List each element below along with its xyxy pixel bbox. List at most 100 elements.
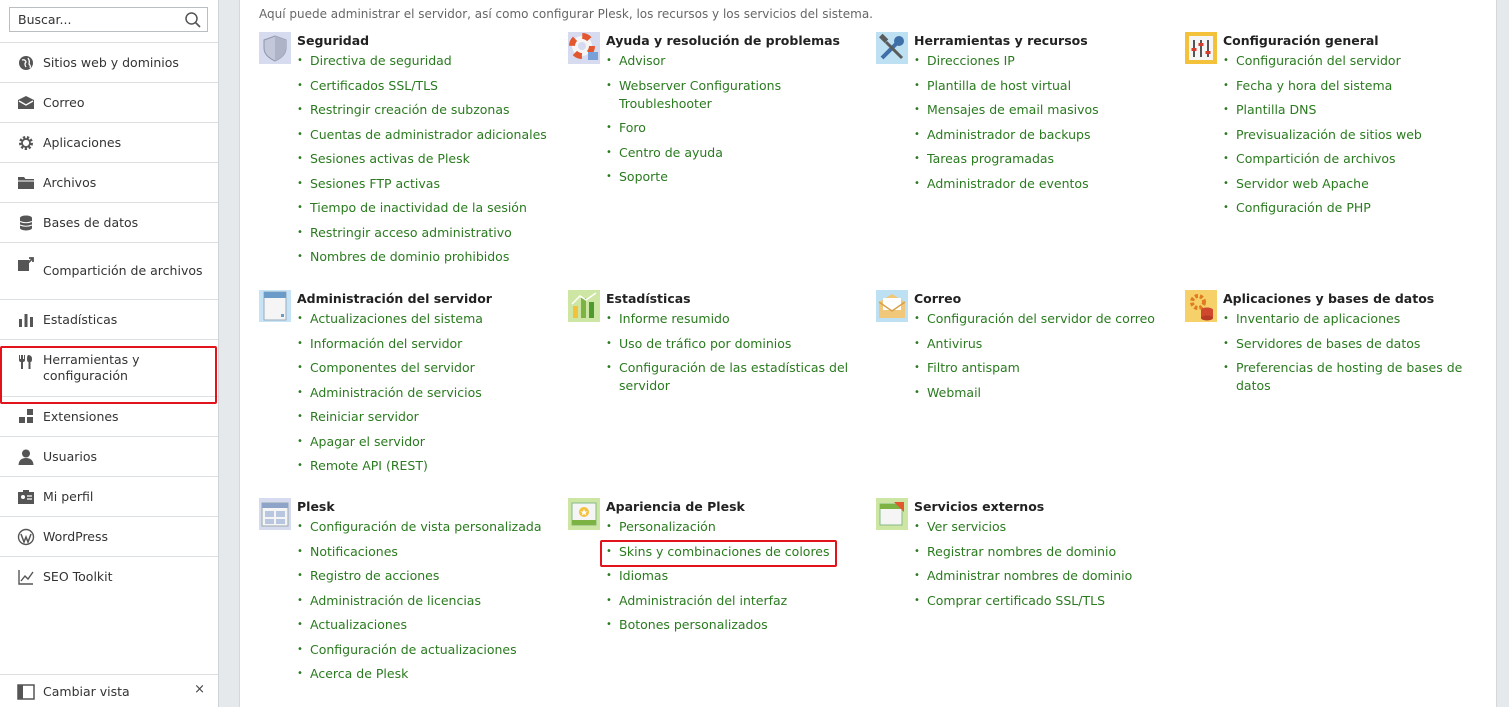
section-link[interactable]: Centro de ayuda <box>619 145 723 160</box>
sidebar-item-extensions[interactable]: Extensiones <box>0 396 218 436</box>
section-links: Advisor Webserver Configurations Troubles… <box>606 52 868 193</box>
search-input[interactable] <box>10 8 188 31</box>
section-link[interactable]: Servidor web Apache <box>1236 176 1369 191</box>
sidebar-item-label: Usuarios <box>43 448 98 464</box>
section-link[interactable]: Administrar nombres de dominio <box>927 568 1132 583</box>
section-link[interactable]: Cuentas de administrador adicionales <box>310 127 547 142</box>
sidebar-item-profile[interactable]: Mi perfil <box>0 476 218 516</box>
sidebar-item-label: Aplicaciones <box>43 134 122 150</box>
section-link[interactable]: Notificaciones <box>310 544 398 559</box>
section-link[interactable]: Configuración de las estadísticas del se… <box>619 360 848 393</box>
section-link-item: Notificaciones <box>297 543 559 561</box>
section-link[interactable]: Skins y combinaciones de colores <box>619 544 830 559</box>
section-link[interactable]: Nombres de dominio prohibidos <box>310 249 509 264</box>
sidebar-item-tools-settings[interactable]: Herramientas y configuración <box>0 339 218 396</box>
section-link[interactable]: Restringir acceso administrativo <box>310 225 512 240</box>
section-link[interactable]: Reiniciar servidor <box>310 409 419 424</box>
section-link[interactable]: Antivirus <box>927 336 982 351</box>
section-link[interactable]: Configuración de vista personalizada <box>310 519 542 534</box>
lifebuoy-icon <box>568 32 600 64</box>
sidebar-item-file-sharing[interactable]: Compartición de archivos <box>0 242 218 299</box>
switch-view[interactable]: Cambiar vista × <box>0 674 218 707</box>
section-links: Inventario de aplicaciones Servidores de … <box>1223 310 1485 402</box>
sidebar-item-statistics[interactable]: Estadísticas <box>0 299 218 339</box>
sidebar-item-label: SEO Toolkit <box>43 568 113 584</box>
section-link[interactable]: Comprar certificado SSL/TLS <box>927 593 1105 608</box>
section-link[interactable]: Plantilla DNS <box>1236 102 1316 117</box>
section-link-item: Compartición de archivos <box>1223 150 1485 168</box>
section-link[interactable]: Soporte <box>619 169 668 184</box>
section-link[interactable]: Información del servidor <box>310 336 462 351</box>
tools-icon <box>19 355 32 369</box>
section-link[interactable]: Tareas programadas <box>927 151 1054 166</box>
sidebar-item-wordpress[interactable]: WordPress <box>0 516 218 556</box>
section-link[interactable]: Sesiones activas de Plesk <box>310 151 470 166</box>
section-link-item: Administrar nombres de dominio <box>914 567 1176 585</box>
section-link[interactable]: Webmail <box>927 385 981 400</box>
section-link[interactable]: Administrador de eventos <box>927 176 1089 191</box>
section-link[interactable]: Configuración del servidor de correo <box>927 311 1155 326</box>
section-title: Estadísticas <box>606 291 691 306</box>
section-link[interactable]: Idiomas <box>619 568 668 583</box>
section-link-item: Componentes del servidor <box>297 359 559 377</box>
section-link[interactable]: Preferencias de hosting de bases de dato… <box>1236 360 1462 393</box>
search-icon[interactable] <box>184 11 202 29</box>
section-link-item: Configuración de actualizaciones <box>297 641 559 659</box>
sidebar-item-databases[interactable]: Bases de datos <box>0 202 218 242</box>
sidebar-item-seo-toolkit[interactable]: SEO Toolkit <box>0 556 218 596</box>
section-link-item: Preferencias de hosting de bases de dato… <box>1223 359 1485 395</box>
section-link[interactable]: Administración del interfaz <box>619 593 787 608</box>
section-link[interactable]: Filtro antispam <box>927 360 1020 375</box>
section-link[interactable]: Mensajes de email masivos <box>927 102 1099 117</box>
section-link[interactable]: Administración de licencias <box>310 593 481 608</box>
section-link[interactable]: Configuración de actualizaciones <box>310 642 517 657</box>
section-link[interactable]: Previsualización de sitios web <box>1236 127 1422 142</box>
section-link[interactable]: Compartición de archivos <box>1236 151 1396 166</box>
section-link[interactable]: Actualizaciones <box>310 617 407 632</box>
section-link[interactable]: Botones personalizados <box>619 617 768 632</box>
database-icon <box>19 215 33 230</box>
section-link[interactable]: Advisor <box>619 53 665 68</box>
section-link-item: Certificados SSL/TLS <box>297 77 559 95</box>
envelope-icon <box>876 290 908 322</box>
section-link[interactable]: Administración de servicios <box>310 385 482 400</box>
sidebar-item-users[interactable]: Usuarios <box>0 436 218 476</box>
section-link[interactable]: Tiempo de inactividad de la sesión <box>310 200 527 215</box>
section-link[interactable]: Sesiones FTP activas <box>310 176 440 191</box>
section-link[interactable]: Configuración de PHP <box>1236 200 1371 215</box>
section-link[interactable]: Servidores de bases de datos <box>1236 336 1420 351</box>
section-link[interactable]: Inventario de aplicaciones <box>1236 311 1400 326</box>
section-link[interactable]: Uso de tráfico por dominios <box>619 336 791 351</box>
sidebar-item-mail[interactable]: Correo <box>0 82 218 122</box>
sidebar-item-websites[interactable]: Sitios web y dominios <box>0 42 218 82</box>
section-link[interactable]: Directiva de seguridad <box>310 53 452 68</box>
section-link[interactable]: Apagar el servidor <box>310 434 425 449</box>
section-link[interactable]: Registrar nombres de dominio <box>927 544 1116 559</box>
section-link[interactable]: Foro <box>619 120 646 135</box>
section-link[interactable]: Configuración del servidor <box>1236 53 1401 68</box>
section-link-item: Comprar certificado SSL/TLS <box>914 592 1176 610</box>
section-link[interactable]: Direcciones IP <box>927 53 1015 68</box>
sidebar-item-files[interactable]: Archivos <box>0 162 218 202</box>
section-link-item: Restringir creación de subzonas <box>297 101 559 119</box>
section-link[interactable]: Registro de acciones <box>310 568 439 583</box>
section-link[interactable]: Ver servicios <box>927 519 1006 534</box>
sidebar-item-label: Archivos <box>43 174 97 190</box>
sidebar-item-applications[interactable]: Aplicaciones <box>0 122 218 162</box>
section-link[interactable]: Webserver Configurations Troubleshooter <box>619 78 781 111</box>
section-link[interactable]: Remote API (REST) <box>310 458 428 473</box>
section-link-item: Remote API (REST) <box>297 457 559 475</box>
section-link[interactable]: Fecha y hora del sistema <box>1236 78 1392 93</box>
section-link[interactable]: Informe resumido <box>619 311 730 326</box>
wrench-icon <box>876 32 908 64</box>
section-link[interactable]: Acerca de Plesk <box>310 666 408 681</box>
section-link[interactable]: Actualizaciones del sistema <box>310 311 483 326</box>
globe-icon <box>19 55 33 70</box>
section-link[interactable]: Plantilla de host virtual <box>927 78 1071 93</box>
section-link[interactable]: Certificados SSL/TLS <box>310 78 438 93</box>
section-link[interactable]: Personalización <box>619 519 716 534</box>
section-link[interactable]: Componentes del servidor <box>310 360 475 375</box>
close-icon[interactable]: × <box>194 682 205 697</box>
section-link[interactable]: Restringir creación de subzonas <box>310 102 510 117</box>
section-link[interactable]: Administrador de backups <box>927 127 1091 142</box>
